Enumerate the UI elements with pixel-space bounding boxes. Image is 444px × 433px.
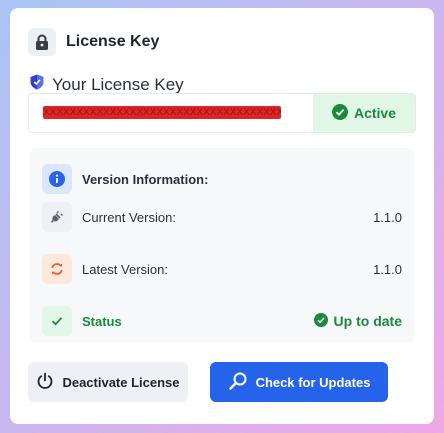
check-for-updates-button[interactable]: Check for Updates [210,362,388,402]
check-circle-icon [313,312,328,330]
shield-icon [30,74,44,95]
license-status-label: Active [353,105,397,121]
current-version-row: Current Version: 1.1.0 [42,202,402,232]
search-icon [228,371,248,394]
lock-icon [28,28,56,56]
up-to-date-status: Up to date [313,312,402,330]
info-icon [42,164,72,194]
latest-version-row: Latest Version: 1.1.0 [42,254,402,284]
license-card: License Key Your License Key XXXXXXXXXXX… [10,8,434,424]
check-circle-icon [331,103,348,123]
license-status-badge: Active [313,94,415,132]
license-key-label-row: Your License Key [30,74,184,95]
current-version-value: 1.1.0 [373,209,402,225]
power-icon [36,372,54,393]
version-info-heading-row: Version Information: [42,164,402,194]
status-label: Status [82,313,122,329]
page-title: License Key [66,33,160,50]
deactivate-license-button[interactable]: Deactivate License [28,362,188,402]
license-key-label: Your License Key [52,74,184,94]
license-key-field[interactable]: XXXXXXXXXXXXXXXXXXXXXXXXXXXXXXXXXXXXXXXX… [29,94,313,132]
card-header: License Key [28,28,159,56]
license-key-value-redacted: XXXXXXXXXXXXXXXXXXXXXXXXXXXXXXXXXXXXXXXX… [43,106,281,119]
refresh-icon [42,254,72,284]
current-version-label: Current Version: [82,209,176,225]
latest-version-value: 1.1.0 [373,261,402,277]
latest-version-label: Latest Version: [82,261,168,277]
version-info-title: Version Information: [82,171,209,187]
status-value: Up to date [333,313,402,329]
version-info-panel: Version Information: Current Version: 1.… [30,148,414,342]
check-updates-label: Check for Updates [255,374,371,390]
check-icon [42,306,72,336]
license-key-row: XXXXXXXXXXXXXXXXXXXXXXXXXXXXXXXXXXXXXXXX… [28,93,416,133]
deactivate-label: Deactivate License [62,374,180,390]
plug-icon [42,202,72,232]
status-row: Status Up to date [42,306,402,336]
